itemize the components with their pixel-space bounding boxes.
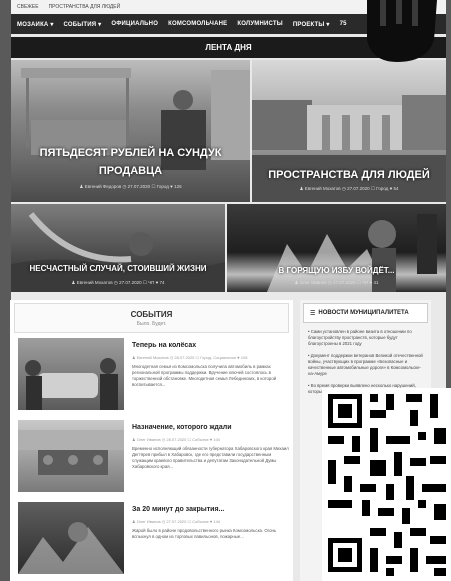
hero-title-3[interactable]: НЕСЧАСТНЫЙ СЛУЧАЙ, СТОИВШИЙ ЖИЗНИ (11, 264, 225, 274)
hero-title-4[interactable]: В ГОРЯЩУЮ ИЗБУ ВОЙДЁТ... (227, 266, 446, 276)
car-photo (25, 358, 118, 410)
hero-meta-3: ♟ Евгений Мохатов ◷ 27.07.2020 ☐ ЧП ♥ 74 (71, 280, 165, 285)
article-excerpt: Временно исполняющий обязанности губерна… (132, 446, 289, 469)
qr-code-icon (322, 388, 451, 581)
hero-meta-1: ♟ Евгений Федоров ◷ 27.07.2020 ☐ Город ♥… (79, 184, 182, 189)
article-title[interactable]: Назначение, которого ждали (132, 424, 232, 431)
qr-code-overlay (322, 388, 451, 581)
ticker-headline[interactable]: ПРОСТРАНСТВА ДЛЯ ЛЮДЕЙ (49, 4, 121, 10)
article-excerpt: Жарой было в районе продовольственного р… (132, 528, 277, 539)
hero-tile-fire[interactable]: В ГОРЯЩУЮ ИЗБУ ВОЙДЁТ... ♟ Олег Иванов ◷… (227, 204, 446, 292)
events-header: СОБЫТИЯ Было. Будет. (14, 303, 289, 333)
feed-bar-title: ЛЕНТА ДНЯ (205, 43, 252, 52)
article-title[interactable]: Теперь на колёсах (132, 342, 196, 349)
meeting-photo (18, 430, 124, 475)
market-photo (21, 68, 250, 170)
article-meta: ♟ Олег Иванов ◷ 28.07.2020 ☐ Событие ♥ 1… (132, 437, 221, 442)
hero-title-1b[interactable]: ПРОДАВЦА (11, 164, 250, 178)
water-photo (11, 212, 225, 292)
fire-photo (267, 214, 437, 292)
nav-item-komsomolchane[interactable]: КОМСОМОЛЬЧАНЕ (168, 21, 227, 27)
hero-tile-park[interactable]: ПРОСТРАНСТВА ДЛЯ ЛЮДЕЙ ♟ Евгений Мохатов… (252, 60, 446, 202)
list-icon: ☰ (310, 310, 316, 317)
nav-item-oficialno[interactable]: ОФИЦИАЛЬНО (111, 21, 158, 27)
article-thumb[interactable] (18, 338, 124, 410)
hero-title-1[interactable]: ПЯТЬДЕСЯТ РУБЛЕЙ НА СУНДУК (11, 146, 250, 160)
article-thumb[interactable] (18, 420, 124, 492)
hero-grid: ПЯТЬДЕСЯТ РУБЛЕЙ НА СУНДУК ПРОДАВЦА ♟ Ев… (11, 60, 446, 292)
widget-title: НОВОСТИ МУНИЦИПАЛИТЕТА (318, 310, 409, 316)
hero-meta-4: ♟ Олег Иванов ◷ 27.07.2020 ☐ ЧП ♥ 41 (294, 280, 379, 285)
article-item[interactable]: За 20 минут до закрытия... ♟ Олег Иванов… (18, 502, 290, 577)
events-section: СОБЫТИЯ Было. Будет. Теперь на колёсах ♟… (10, 300, 293, 581)
widget-news-item[interactable]: • Сами установлен в районе визита в отно… (308, 329, 423, 347)
article-thumb[interactable] (18, 502, 124, 574)
hero-title-2[interactable]: ПРОСТРАНСТВА ДЛЯ ЛЮДЕЙ (252, 168, 446, 182)
nav-item-sobytiya[interactable]: СОБЫТИЯ ▾ (64, 21, 102, 28)
events-title: СОБЫТИЯ (130, 310, 173, 319)
widget-header: ☰ НОВОСТИ МУНИЦИПАЛИТЕТА (303, 303, 428, 323)
article-title[interactable]: За 20 минут до закрытия... (132, 506, 224, 513)
article-item[interactable]: Теперь на колёсах ♟ Евгений Мохатов ◷ 28… (18, 338, 290, 413)
hand-overlay-icon (367, 0, 437, 62)
hero-tile-drowning[interactable]: НЕСЧАСТНЫЙ СЛУЧАЙ, СТОИВШИЙ ЖИЗНИ ♟ Евге… (11, 204, 225, 292)
article-meta: ♟ Евгений Мохатов ◷ 28.07.2020 ☐ Город, … (132, 355, 248, 360)
nav-item-kolumnisty[interactable]: КОЛУМНИСТЫ (237, 21, 283, 27)
widget-news-item[interactable]: • Документ поддержки ветеранов Великой о… (308, 353, 423, 377)
nav-item-proekty[interactable]: ПРОЕКТЫ ▾ (293, 21, 330, 28)
article-meta: ♟ Олег Иванов ◷ 27.07.2020 ☐ Событие ♥ 1… (132, 519, 221, 524)
events-subtitle: Было. Будет. (136, 321, 167, 327)
hero-tile-market[interactable]: ПЯТЬДЕСЯТ РУБЛЕЙ НА СУНДУК ПРОДАВЦА ♟ Ев… (11, 60, 250, 202)
nav-item-mozaika[interactable]: МОЗАИКА ▾ (17, 21, 54, 28)
article-excerpt: Многодетная семья из Комсомольска получи… (132, 364, 277, 387)
hero-meta-2: ♟ Евгений Мохатов ◷ 27.07.2020 ☐ Город ♥… (299, 186, 399, 191)
firefighter-photo (18, 522, 124, 574)
article-item[interactable]: Назначение, которого ждали ♟ Олег Иванов… (18, 420, 290, 495)
nav-item-75[interactable]: 75 (340, 21, 347, 27)
ticker-label: СВЕЖЕЕ (17, 4, 39, 10)
